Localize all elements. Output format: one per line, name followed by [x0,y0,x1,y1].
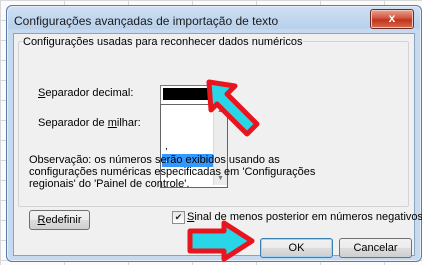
cancel-button[interactable]: Cancelar [339,238,412,258]
decimal-separator-label: Separador decimal: [38,87,134,99]
reset-button[interactable]: Redefinir [29,210,90,230]
regional-settings-note: Observação: os números serão exibidos us… [29,154,316,190]
annotation-arrow-icon [187,220,255,262]
title-bar: Configurações avançadas de importação de… [7,6,421,33]
ok-button[interactable]: OK [260,238,333,258]
dialog-title: Configurações avançadas de importação de… [14,14,279,28]
trailing-minus-checkbox[interactable]: ✔ [172,211,185,224]
close-icon: x [388,11,396,25]
option-comma[interactable]: , [162,141,213,154]
decimal-separator-value [163,88,208,100]
close-button[interactable]: x [370,9,414,29]
annotation-arrow-icon [206,79,260,137]
thousands-separator-label: Separador de milhar: [38,117,141,129]
group-title: Configurações usadas para reconhecer dad… [22,36,304,48]
